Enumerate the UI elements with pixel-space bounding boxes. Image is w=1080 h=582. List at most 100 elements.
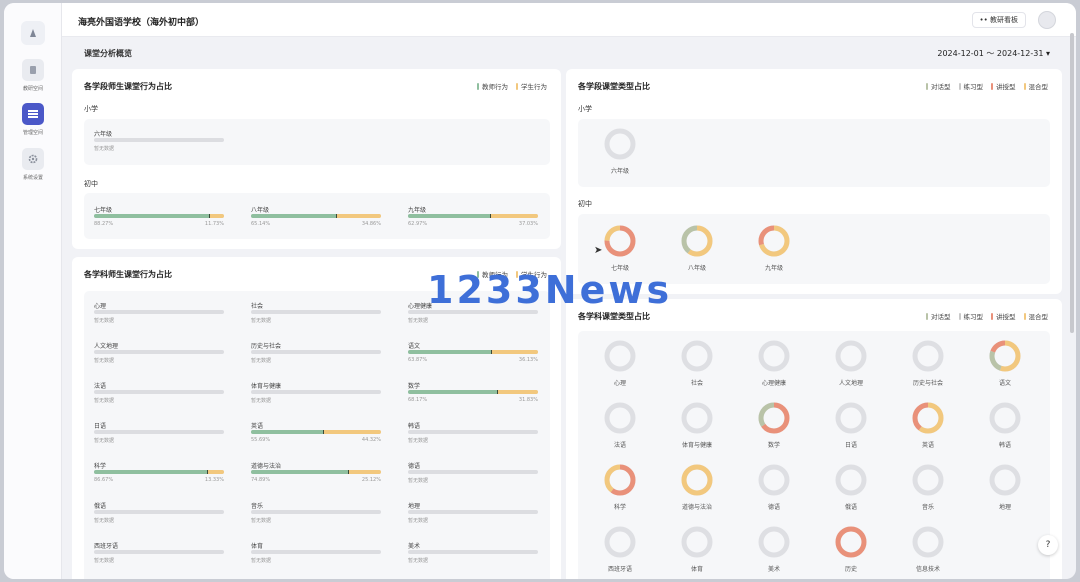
bar-label: 德语 [408,463,421,470]
legend-mixed: 混合型 [1023,81,1048,91]
no-data-text: 暂无数据 [94,358,115,364]
legend-practice: 练习型 [958,311,983,321]
sidebar-item-management[interactable]: 管理空间 [4,103,62,136]
bar-percent: 63.87% 36.13% [408,357,538,363]
bar-track [408,510,538,514]
type-donut[interactable]: 美术 [744,525,804,573]
teacher-segment [94,470,207,474]
bar-track [251,470,381,474]
subject-group: 心理 暂无数据 社会 暂无数据 心理健康 暂无数据 人文地理 暂无数据 历史与社会 暂无数据 语文 6… [84,291,550,579]
type-donut[interactable]: 信息技术 [898,525,958,573]
type-donut[interactable]: 体育 [667,525,727,573]
donut-track [912,464,944,496]
donut-track [681,340,713,372]
bar-label: 数学 [408,383,421,390]
sidebar-item-label: 系统设置 [22,175,43,181]
bar-percent: 暂无数据 [251,317,381,324]
teacher-percent: 62.97% [408,221,428,227]
avatar[interactable] [1038,11,1056,29]
bar-track [94,550,224,554]
donut-label: 历史 [844,566,857,573]
type-donut[interactable]: 俄语 [821,463,881,511]
teacher-percent: 65.14% [251,221,271,227]
no-data-text: 暂无数据 [251,318,272,324]
donut-track [912,526,944,558]
sidebar-item-research[interactable]: 教研空间 [4,59,62,92]
watermark: 1233News [427,268,673,312]
type-donut[interactable]: 道德与法治 [667,463,727,511]
sidebar-item-settings[interactable]: 系统设置 [4,148,62,181]
type-donut[interactable]: 心理健康 [744,339,804,387]
no-data-text: 暂无数据 [94,146,115,152]
type-donut[interactable]: 日语 [821,401,881,449]
behavior-bar: 人文地理 暂无数据 [94,341,224,364]
type-donut[interactable]: 西班牙语 [590,525,650,573]
donut-label: 德语 [767,504,780,511]
type-donut[interactable]: 地理 [975,463,1035,511]
date-range-picker[interactable]: 2024-12-01 ～ 2024-12-31 ▾ [937,48,1050,59]
bar-divider [489,214,491,218]
donut-label: 历史与社会 [912,380,943,387]
type-donut[interactable]: 语文 [975,339,1035,387]
behavior-bar: 道德与法治 74.89% 25.12% [251,461,381,483]
behavior-bar: 六年级 暂无数据 [94,129,224,152]
bar-percent: 暂无数据 [408,517,538,524]
no-data-text: 暂无数据 [251,358,272,364]
logo-icon [30,29,36,37]
donut-label: 音乐 [921,504,934,511]
type-donut[interactable]: 韩语 [975,401,1035,449]
donut-track [758,526,790,558]
type-donut[interactable]: 人文地理 [821,339,881,387]
type-donut[interactable]: 体育与健康 [667,401,727,449]
app-logo[interactable] [21,21,45,45]
scrollbar[interactable] [1070,33,1074,333]
teacher-segment [251,430,324,434]
donut-label: 体育 [690,566,703,573]
bar-label: 心理 [94,303,107,310]
type-donut[interactable]: 六年级 [590,127,650,175]
bar-divider [206,470,208,474]
donut-track [835,464,867,496]
donut-track [681,402,713,434]
bar-percent: 74.89% 25.12% [251,477,381,483]
bar-track [251,510,381,514]
bar-label: 道德与法治 [251,463,282,470]
bar-label: 科学 [94,463,107,470]
type-donut[interactable]: 德语 [744,463,804,511]
bar-track [408,470,538,474]
bar-track [251,430,381,434]
donut-segment-mixed [681,464,713,496]
donut-label: 心理 [613,380,626,387]
type-donut[interactable]: 历史与社会 [898,339,958,387]
type-donut[interactable]: 历史 [821,525,881,573]
behavior-bar: 数学 68.17% 31.83% [408,381,538,403]
type-donut[interactable]: 心理 [590,339,650,387]
bar-percent: 暂无数据 [408,477,538,484]
bar-label: 日语 [94,423,107,430]
bar-percent: 暂无数据 [408,437,538,444]
bar-percent: 暂无数据 [251,357,381,364]
donut-track [604,128,636,160]
type-donut[interactable]: 科学 [590,463,650,511]
legend-dialog: 对话型 [926,81,951,91]
bar-label: 美术 [408,543,421,550]
type-donut[interactable]: 音乐 [898,463,958,511]
behavior-bar: 社会 暂无数据 [251,301,381,324]
teacher-percent: 74.89% [251,477,271,483]
stage-type-card: 各学段课堂类型占比 对话型 练习型 讲授型 混合型 小学 六年级 初中 七年级八… [566,69,1062,294]
donut-label: 科学 [613,504,626,511]
stage-behavior-card: 各学段师生课堂行为占比 教师行为 学生行为 小学 六年级 暂无数据 初中 七年级 8… [72,69,561,249]
type-donut[interactable]: 社会 [667,339,727,387]
help-button[interactable]: ? [1038,535,1058,555]
type-donut[interactable]: 法语 [590,401,650,449]
type-donut[interactable]: 英语 [898,401,958,449]
type-donut[interactable]: 八年级 [667,224,727,272]
research-board-button[interactable]: •• 教研看板 [971,12,1026,28]
donut-label: 法语 [613,442,626,449]
type-donut[interactable]: 数学 [744,401,804,449]
student-segment [496,390,538,394]
bar-track [251,390,381,394]
teacher-percent: 55.69% [251,437,271,443]
type-donut[interactable]: 九年级 [744,224,804,272]
bar-track [408,390,538,394]
